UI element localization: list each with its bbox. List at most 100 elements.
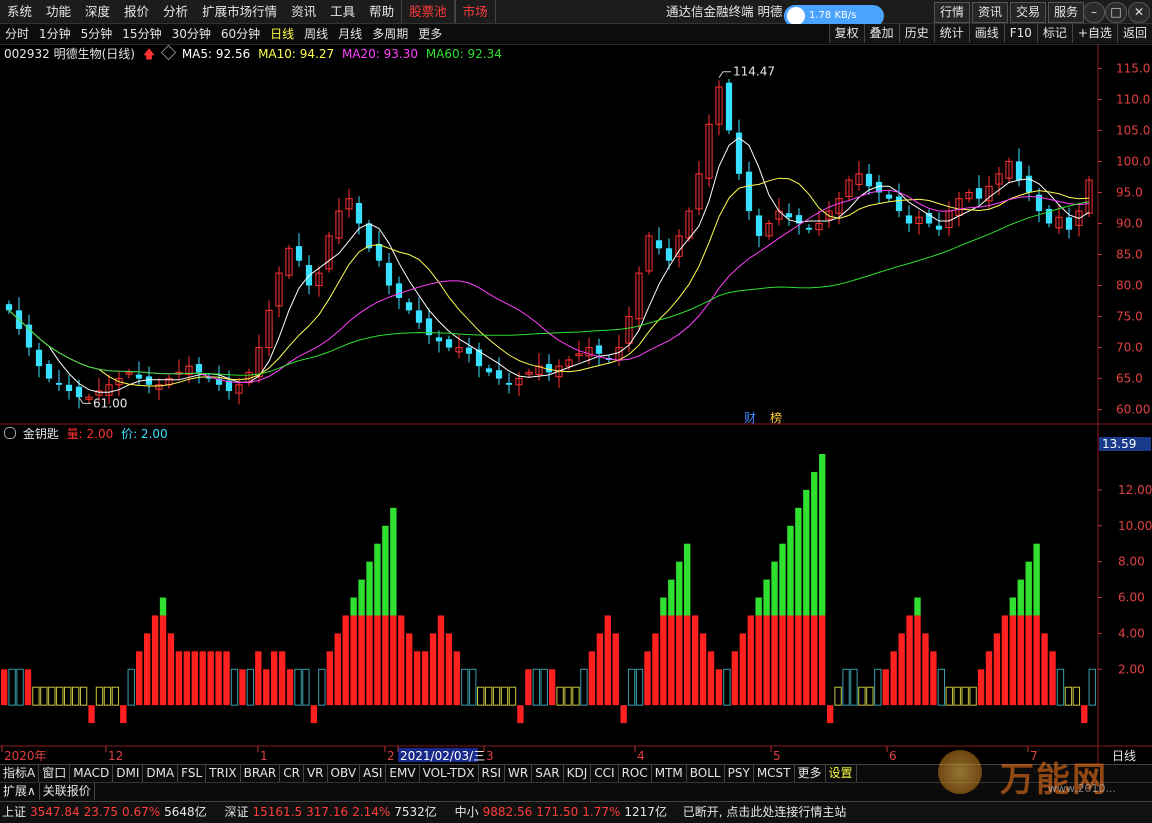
period-monthly[interactable]: 月线	[333, 24, 367, 44]
collapse-icon[interactable]	[4, 427, 16, 439]
tab-sar[interactable]: SAR	[532, 765, 564, 782]
overlay-button[interactable]: 叠加	[863, 24, 899, 43]
time-label: 3	[486, 749, 494, 763]
tab-more[interactable]: 更多	[795, 765, 826, 782]
back-button[interactable]: 返回	[1116, 24, 1152, 43]
tab-brar[interactable]: BRAR	[241, 765, 281, 782]
menu-item-tools[interactable]: 工具	[323, 0, 362, 23]
indicator-bar	[445, 633, 453, 706]
tab-mcst[interactable]: MCST	[754, 765, 795, 782]
period-daily[interactable]: 日线	[265, 24, 299, 44]
tab-fsl[interactable]: FSL	[178, 765, 207, 782]
period-weekly[interactable]: 周线	[299, 24, 333, 44]
indicator-bar	[588, 651, 596, 706]
menu-item-system[interactable]: 系统	[0, 0, 39, 23]
indicator-bar	[406, 633, 413, 706]
history-button[interactable]: 历史	[898, 24, 934, 43]
tab-dmi[interactable]: DMI	[113, 765, 144, 782]
tab-rsi[interactable]: RSI	[479, 765, 506, 782]
indicator-bar	[795, 507, 802, 616]
menu-item-extended-market[interactable]: 扩展市场行情	[195, 0, 284, 23]
tab-extend[interactable]: 扩展∧	[0, 783, 40, 800]
indicator-bar	[1056, 668, 1065, 706]
sh-index-label[interactable]: 上证	[2, 805, 26, 819]
menu-item-analysis[interactable]: 分析	[156, 0, 195, 23]
indicator-tab-bar: 指标A 窗口 MACD DMI DMA FSL TRIX BRAR CR VR OBV ASI EMV V…	[0, 764, 1152, 783]
tab-trix[interactable]: TRIX	[206, 765, 241, 782]
tab-mtm[interactable]: MTM	[652, 765, 687, 782]
tab-macd[interactable]: MACD	[70, 765, 114, 782]
indicator-bar	[437, 615, 445, 706]
indicator-bar	[199, 651, 206, 706]
candle-body-down	[545, 363, 553, 373]
kline-chart[interactable]: 115.0 110.0 105.0 100.0 95.0 90.0 85.0 80.0 75.0…	[0, 44, 1152, 764]
maximize-icon[interactable]: □	[1105, 2, 1127, 23]
tab-emv[interactable]: EMV	[386, 765, 420, 782]
period-multi[interactable]: 多周期	[367, 24, 413, 44]
indicator-bar	[842, 668, 850, 706]
indicator-bar	[763, 615, 770, 706]
indicator-bar	[1001, 615, 1009, 706]
indicator-bar	[255, 651, 262, 706]
tab-psy[interactable]: PSY	[725, 765, 754, 782]
tab-boll[interactable]: BOLL	[687, 765, 725, 782]
menu-item-stock-pool[interactable]: 股票池	[401, 0, 455, 23]
tab-related-quote[interactable]: 关联报价	[40, 783, 95, 800]
time-label: 1	[260, 749, 268, 763]
tab-kdj[interactable]: KDJ	[564, 765, 592, 782]
sz-index-label[interactable]: 深证	[225, 805, 249, 819]
connection-status[interactable]: 已断开, 点击此处连接行情主站	[683, 805, 847, 819]
indicator-bar	[723, 668, 731, 706]
menu-item-news[interactable]: 资讯	[284, 0, 323, 23]
menu-item-help[interactable]: 帮助	[362, 0, 401, 23]
period-15min[interactable]: 15分钟	[117, 24, 166, 44]
period-5min[interactable]: 5分钟	[76, 24, 118, 44]
trade-button[interactable]: 交易	[1010, 2, 1047, 23]
candle-body-down	[595, 345, 603, 354]
menu-item-market[interactable]: 市场	[454, 0, 496, 23]
indicator-bar	[32, 686, 40, 706]
tab-cr[interactable]: CR	[280, 765, 304, 782]
tab-settings[interactable]: 设置	[826, 765, 857, 782]
period-more[interactable]: 更多	[413, 24, 447, 44]
tab-vr[interactable]: VR	[304, 765, 328, 782]
stats-button[interactable]: 统计	[933, 24, 969, 43]
period-30min[interactable]: 30分钟	[167, 24, 216, 44]
tab-wr[interactable]: WR	[505, 765, 533, 782]
indicator-bar	[390, 615, 397, 706]
indicator-bar	[167, 633, 175, 706]
price-tick-label: 95.0	[1116, 185, 1143, 199]
period-tick[interactable]: 分时	[0, 24, 34, 44]
indicator-bar	[779, 543, 786, 616]
f10-button[interactable]: F10	[1003, 24, 1037, 43]
tab-window[interactable]: 窗口	[39, 765, 71, 782]
tab-asi[interactable]: ASI	[360, 765, 387, 782]
tab-cci[interactable]: CCI	[591, 765, 619, 782]
tab-vol-tdx[interactable]: VOL-TDX	[420, 765, 479, 782]
indicator-bar	[136, 651, 143, 706]
sub-chart-legend: 金钥匙 量: 2.00 价: 2.00	[4, 426, 168, 442]
service-button[interactable]: 服务	[1048, 2, 1085, 23]
zx-index-label[interactable]: 中小	[455, 805, 479, 819]
menu-item-depth[interactable]: 深度	[78, 0, 117, 23]
cloud-icon	[787, 7, 805, 25]
adjust-button[interactable]: 复权	[828, 24, 864, 43]
period-1min[interactable]: 1分钟	[34, 24, 76, 44]
tab-obv[interactable]: OBV	[328, 765, 361, 782]
indicator-bar	[580, 668, 588, 706]
mark-button[interactable]: 标记	[1036, 24, 1072, 43]
close-icon[interactable]: ✕	[1128, 2, 1150, 23]
tab-dma[interactable]: DMA	[143, 765, 179, 782]
candle-body-down	[1065, 217, 1073, 230]
period-60min[interactable]: 60分钟	[216, 24, 265, 44]
menu-item-function[interactable]: 功能	[39, 0, 78, 23]
quote-button[interactable]: 行情	[934, 2, 971, 23]
add-favorite-button[interactable]: +自选	[1071, 24, 1117, 43]
menu-item-quote[interactable]: 报价	[117, 0, 156, 23]
tab-roc[interactable]: ROC	[619, 765, 652, 782]
indicator-bar	[826, 705, 834, 724]
tab-indicator-a[interactable]: 指标A	[0, 765, 40, 782]
minimize-icon[interactable]: –	[1083, 2, 1105, 23]
news-button[interactable]: 资讯	[972, 2, 1009, 23]
draw-button[interactable]: 画线	[968, 24, 1004, 43]
